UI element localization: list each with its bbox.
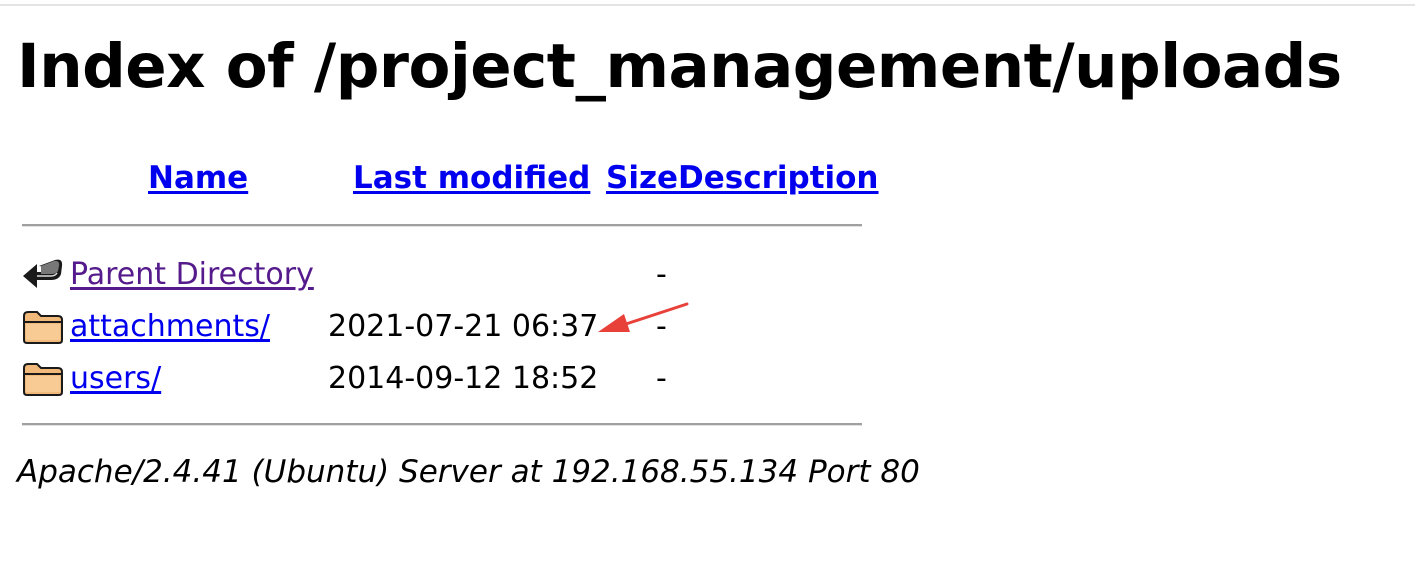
sort-by-name-link[interactable]: Name [148, 158, 248, 198]
header-separator [22, 224, 862, 227]
page-title: Index of /project_management/uploads [17, 31, 1342, 102]
server-signature: Apache/2.4.41 (Ubuntu) Server at 192.168… [17, 454, 920, 490]
footer-separator [22, 423, 862, 426]
folder-icon [23, 311, 63, 344]
size-cell: - [656, 257, 667, 292]
size-cell: - [656, 361, 667, 396]
back-icon [23, 259, 63, 288]
last-modified-cell: 2014-09-12 18:52 [328, 361, 599, 396]
folder-link-users[interactable]: users/ [70, 360, 161, 398]
sort-by-last-modified-link[interactable]: Last modified [353, 158, 590, 198]
last-modified-cell: 2021-07-21 06:37 [328, 309, 599, 344]
folder-icon [23, 363, 63, 396]
parent-directory-link[interactable]: Parent Directory [70, 256, 314, 294]
folder-link-attachments[interactable]: attachments/ [70, 308, 270, 346]
red-arrow-icon [598, 302, 689, 332]
sort-by-size-link[interactable]: Size [606, 158, 678, 198]
top-border [0, 4, 1415, 6]
sort-by-description-link[interactable]: Description [678, 158, 879, 198]
